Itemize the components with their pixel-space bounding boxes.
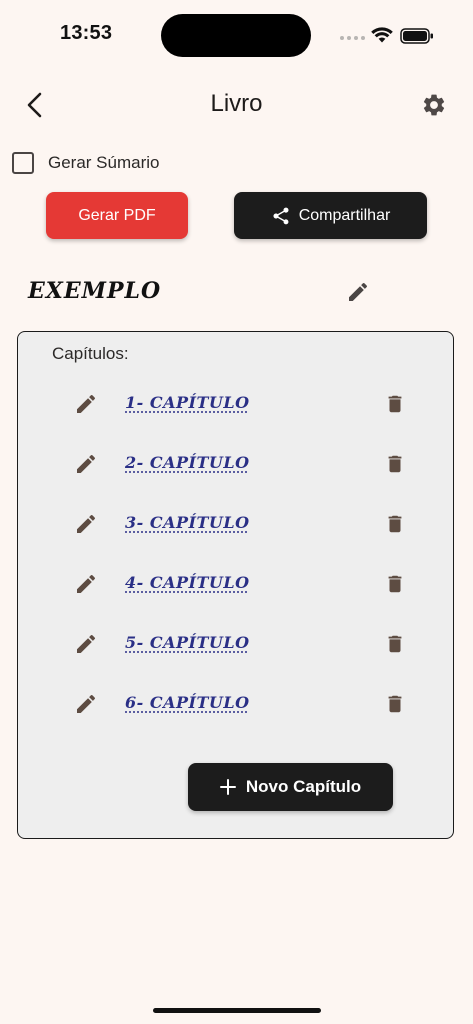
chapter-link[interactable]: 6- CAPÍTULO: [125, 693, 250, 712]
cellular-signal-icon: [340, 36, 365, 40]
delete-chapter-button[interactable]: [381, 690, 409, 718]
chapter-link[interactable]: 1- CAPÍTULO: [125, 393, 250, 412]
delete-chapter-button[interactable]: [381, 570, 409, 598]
plus-icon: [219, 779, 236, 795]
battery-icon: [400, 28, 434, 49]
gear-icon: [423, 94, 445, 116]
share-button[interactable]: Compartilhar: [234, 192, 427, 239]
new-chapter-label: Novo Capítulo: [245, 777, 362, 796]
pencil-icon: [77, 694, 96, 713]
pencil-icon: [77, 634, 96, 653]
chapter-link[interactable]: 2- CAPÍTULO: [125, 453, 250, 472]
trash-icon: [388, 575, 402, 593]
wifi-icon: [371, 27, 393, 48]
chapters-heading: Capítulos:: [52, 344, 129, 363]
generate-pdf-button[interactable]: Gerar PDF: [46, 192, 188, 239]
trash-icon: [388, 515, 402, 533]
chapter-row: 6- CAPÍTULO: [60, 682, 420, 726]
trash-icon: [388, 695, 402, 713]
edit-chapter-button[interactable]: [72, 690, 100, 718]
chapter-row: 3- CAPÍTULO: [60, 502, 420, 546]
chapter-row: 4- CAPÍTULO: [60, 562, 420, 606]
chapter-row: 1- CAPÍTULO: [60, 382, 420, 426]
chapter-row: 5- CAPÍTULO: [60, 622, 420, 666]
chapter-row: 2- CAPÍTULO: [60, 442, 420, 486]
new-chapter-button[interactable]: Novo Capítulo: [188, 763, 393, 811]
delete-chapter-button[interactable]: [381, 450, 409, 478]
book-title: EXEMPLO: [28, 278, 162, 304]
trash-icon: [388, 455, 402, 473]
summary-checkbox-label: Gerar Súmario: [48, 153, 160, 172]
chapter-link[interactable]: 5- CAPÍTULO: [125, 633, 250, 652]
pencil-icon: [77, 394, 96, 413]
edit-chapter-button[interactable]: [72, 510, 100, 538]
chapter-link[interactable]: 3- CAPÍTULO: [125, 513, 250, 532]
delete-chapter-button[interactable]: [381, 510, 409, 538]
edit-chapter-button[interactable]: [72, 570, 100, 598]
dynamic-island: [161, 14, 311, 57]
chapter-link[interactable]: 4- CAPÍTULO: [125, 573, 250, 592]
delete-chapter-button[interactable]: [381, 390, 409, 418]
status-time: 13:53: [60, 22, 113, 44]
edit-book-title-button[interactable]: [344, 278, 372, 306]
edit-chapter-button[interactable]: [72, 450, 100, 478]
share-icon: [273, 207, 289, 224]
page-title: Livro: [210, 90, 263, 117]
edit-chapter-button[interactable]: [72, 630, 100, 658]
trash-icon: [388, 635, 402, 653]
share-label: Compartilhar: [298, 206, 391, 224]
home-indicator[interactable]: [153, 1008, 321, 1013]
edit-chapter-button[interactable]: [72, 390, 100, 418]
delete-chapter-button[interactable]: [381, 630, 409, 658]
summary-checkbox[interactable]: [12, 152, 34, 174]
trash-icon: [388, 395, 402, 413]
pencil-icon: [77, 514, 96, 533]
pencil-icon: [77, 454, 96, 473]
pencil-icon: [77, 574, 96, 593]
settings-button[interactable]: [418, 89, 450, 121]
pencil-icon: [349, 282, 368, 301]
generate-pdf-label: Gerar PDF: [78, 206, 156, 224]
summary-checkbox-row[interactable]: Gerar Súmario: [12, 151, 159, 175]
